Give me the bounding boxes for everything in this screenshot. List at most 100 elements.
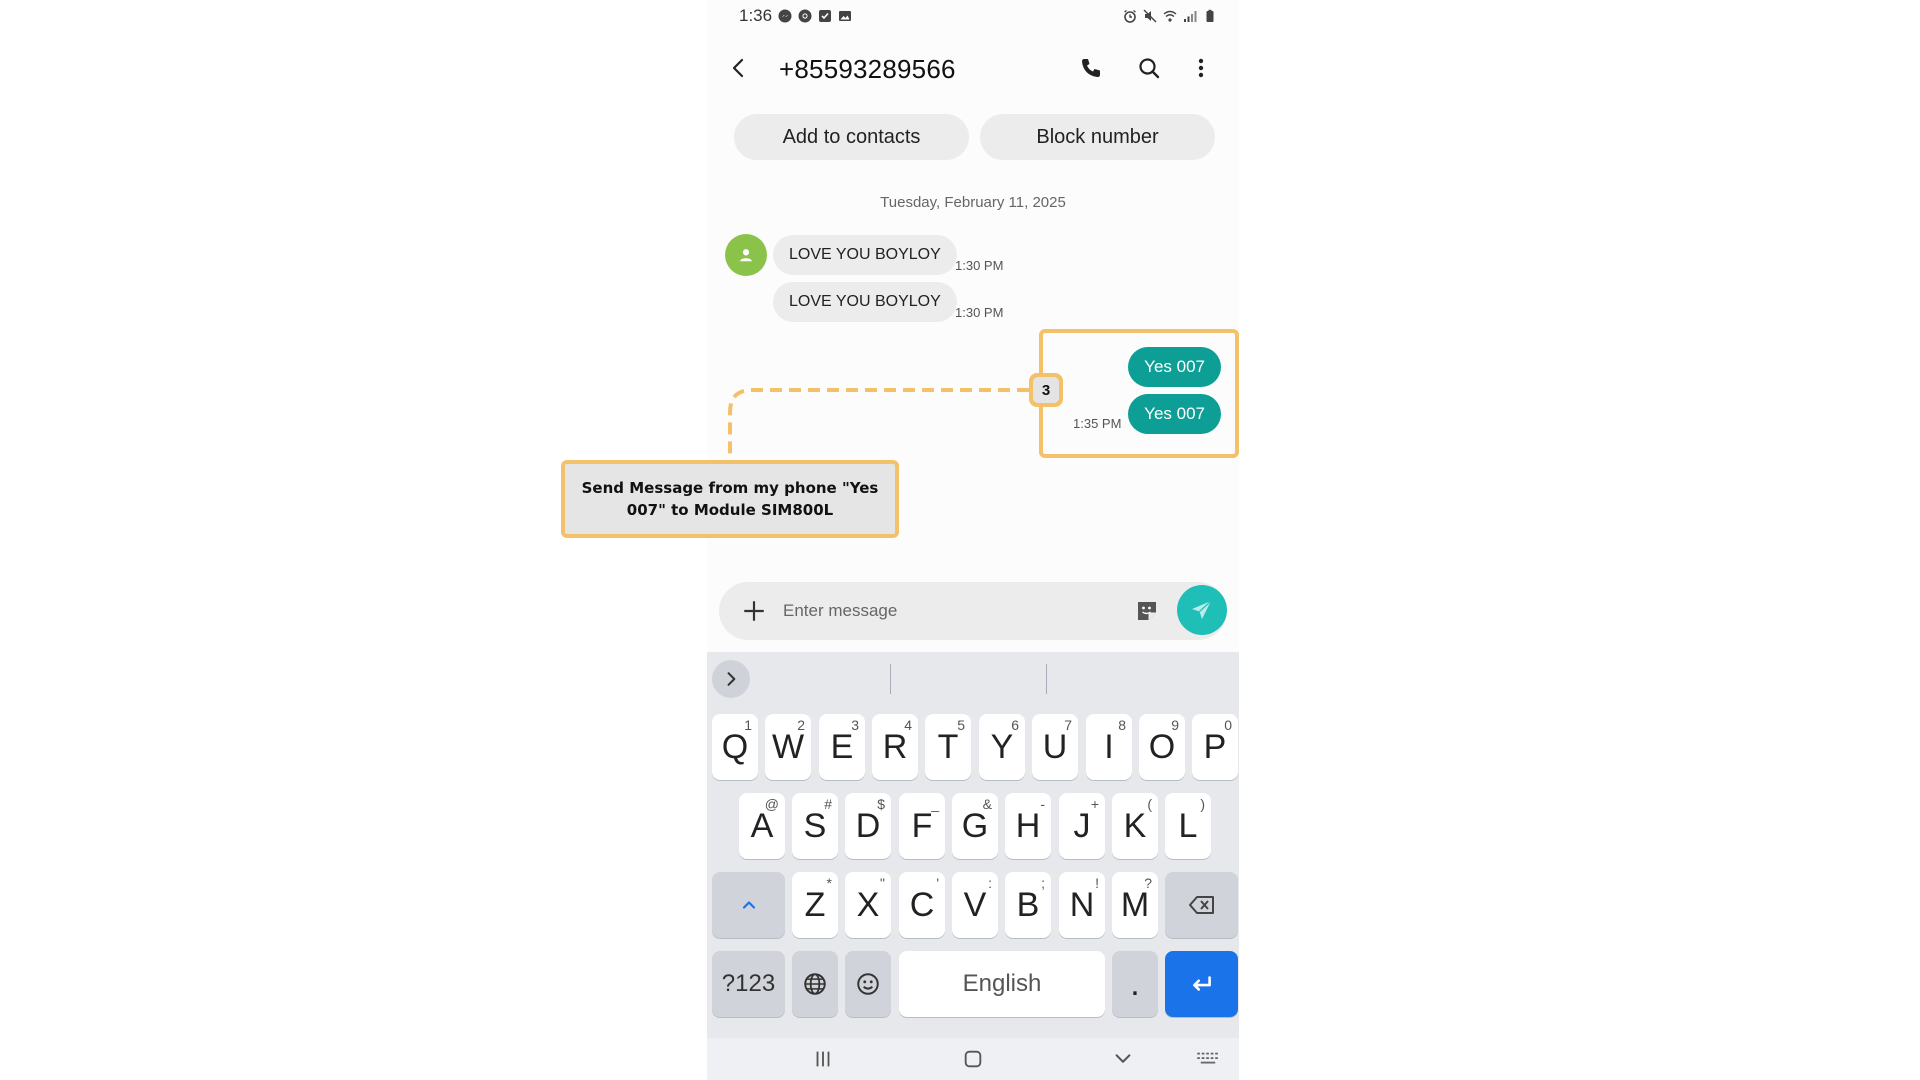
- contact-avatar[interactable]: [725, 234, 767, 276]
- key-hint: !: [1095, 875, 1099, 891]
- key-label: D: [855, 806, 881, 845]
- key-l[interactable]: L): [1165, 793, 1211, 859]
- enter-icon: [1192, 976, 1211, 991]
- key-z[interactable]: Z *: [792, 872, 838, 938]
- highlight-box: [1039, 329, 1239, 458]
- more-icon: [1198, 58, 1204, 78]
- hide-keyboard-button[interactable]: [1107, 1044, 1139, 1074]
- key-c[interactable]: C ': [899, 872, 945, 938]
- incoming-message[interactable]: LOVE YOU BOYLOY: [773, 235, 957, 275]
- key-f[interactable]: F _: [899, 793, 945, 859]
- call-button[interactable]: [1077, 54, 1105, 82]
- shift-key[interactable]: [712, 872, 785, 938]
- backspace-icon: [1188, 896, 1214, 914]
- key-label: C: [909, 885, 935, 924]
- home-button[interactable]: [957, 1044, 989, 1074]
- chevron-down-icon: [1115, 1054, 1131, 1063]
- space-key[interactable]: English: [899, 951, 1105, 1017]
- key-m[interactable]: M?: [1112, 872, 1158, 938]
- key-label: B: [1016, 885, 1040, 924]
- back-button[interactable]: [725, 54, 753, 82]
- language-key[interactable]: [792, 951, 838, 1017]
- key-hint: 1: [744, 717, 752, 733]
- key-u[interactable]: U7: [1032, 714, 1078, 780]
- key-hint: 9: [1171, 717, 1179, 733]
- key-hint: -: [1040, 796, 1045, 812]
- message-input[interactable]: [783, 594, 1103, 628]
- key-label: Q: [721, 727, 749, 766]
- key-s[interactable]: S #: [792, 793, 838, 859]
- key-p[interactable]: P0: [1192, 714, 1238, 780]
- key-label: A: [750, 806, 774, 845]
- key-r[interactable]: R4: [872, 714, 918, 780]
- symbols-key[interactable]: ?123: [712, 951, 785, 1017]
- attach-button[interactable]: [739, 596, 769, 626]
- key-label: H: [1015, 806, 1041, 845]
- back-icon: [732, 58, 744, 78]
- more-options-button[interactable]: [1187, 54, 1215, 82]
- key-label: R: [882, 727, 908, 766]
- send-button[interactable]: [1177, 585, 1227, 635]
- key-j[interactable]: J +: [1059, 793, 1105, 859]
- key-e[interactable]: E3: [819, 714, 865, 780]
- alarm-icon: [1123, 9, 1137, 23]
- compose-bar: [719, 582, 1227, 640]
- key-d[interactable]: D $: [845, 793, 891, 859]
- recent-apps-button[interactable]: [807, 1044, 839, 1074]
- key-hint: 3: [851, 717, 859, 733]
- key-h[interactable]: H-: [1005, 793, 1051, 859]
- key-g[interactable]: G &: [952, 793, 998, 859]
- key-hint: 8: [1118, 717, 1126, 733]
- key-hint: _: [931, 796, 939, 812]
- key-label: U: [1042, 727, 1068, 766]
- key-y[interactable]: Y6: [979, 714, 1025, 780]
- key-label: M: [1120, 885, 1150, 924]
- status-bar: 1:36: [707, 0, 1239, 32]
- plus-icon: [744, 601, 764, 621]
- keyboard-switch-button[interactable]: [1192, 1044, 1224, 1074]
- key-t[interactable]: T5: [925, 714, 971, 780]
- key-k[interactable]: K(: [1112, 793, 1158, 859]
- key-hint: ?: [1144, 875, 1152, 891]
- key-n[interactable]: N!: [1059, 872, 1105, 938]
- add-to-contacts-button[interactable]: Add to contacts: [734, 114, 969, 160]
- period-key[interactable]: .: [1112, 951, 1158, 1017]
- key-hint: 7: [1064, 717, 1072, 733]
- battery-icon: [1203, 9, 1217, 23]
- key-v[interactable]: V:: [952, 872, 998, 938]
- sticker-button[interactable]: [1133, 597, 1161, 625]
- key-q[interactable]: Q1: [712, 714, 758, 780]
- phone-screen: 1:36 +85593289566 Add to contacts Block …: [707, 0, 1239, 1080]
- globe-icon: [804, 973, 826, 995]
- key-label: J: [1073, 806, 1091, 845]
- key-o[interactable]: O9: [1139, 714, 1185, 780]
- key-hint: 4: [904, 717, 912, 733]
- emoji-key[interactable]: [845, 951, 891, 1017]
- key-label: L: [1178, 806, 1198, 845]
- key-b[interactable]: B;: [1005, 872, 1051, 938]
- enter-key[interactable]: [1165, 951, 1238, 1017]
- search-icon: [1139, 58, 1160, 79]
- key-hint: 0: [1224, 717, 1232, 733]
- message-timestamp: 1:30 PM: [955, 305, 1004, 320]
- key-hint: @: [764, 796, 779, 812]
- message-timestamp: 1:30 PM: [955, 258, 1004, 273]
- key-w[interactable]: W2: [765, 714, 811, 780]
- key-i[interactable]: I8: [1086, 714, 1132, 780]
- chrome-icon: [798, 9, 812, 23]
- key-label: N: [1069, 885, 1095, 924]
- step-badge: 3: [1029, 373, 1063, 407]
- key-hint: ': [936, 875, 939, 891]
- block-number-button[interactable]: Block number: [980, 114, 1215, 160]
- key-x[interactable]: X ": [845, 872, 891, 938]
- key-label: I: [1104, 727, 1114, 766]
- backspace-key[interactable]: [1165, 872, 1238, 938]
- key-a[interactable]: A @: [739, 793, 785, 859]
- shift-icon: [742, 901, 755, 909]
- search-button[interactable]: [1135, 54, 1163, 82]
- key-hint: ): [1200, 796, 1205, 812]
- date-separator: Tuesday, February 11, 2025: [880, 194, 1066, 211]
- incoming-message[interactable]: LOVE YOU BOYLOY: [773, 282, 957, 322]
- person-icon: [740, 249, 752, 262]
- expand-toolbar-button[interactable]: [712, 660, 750, 698]
